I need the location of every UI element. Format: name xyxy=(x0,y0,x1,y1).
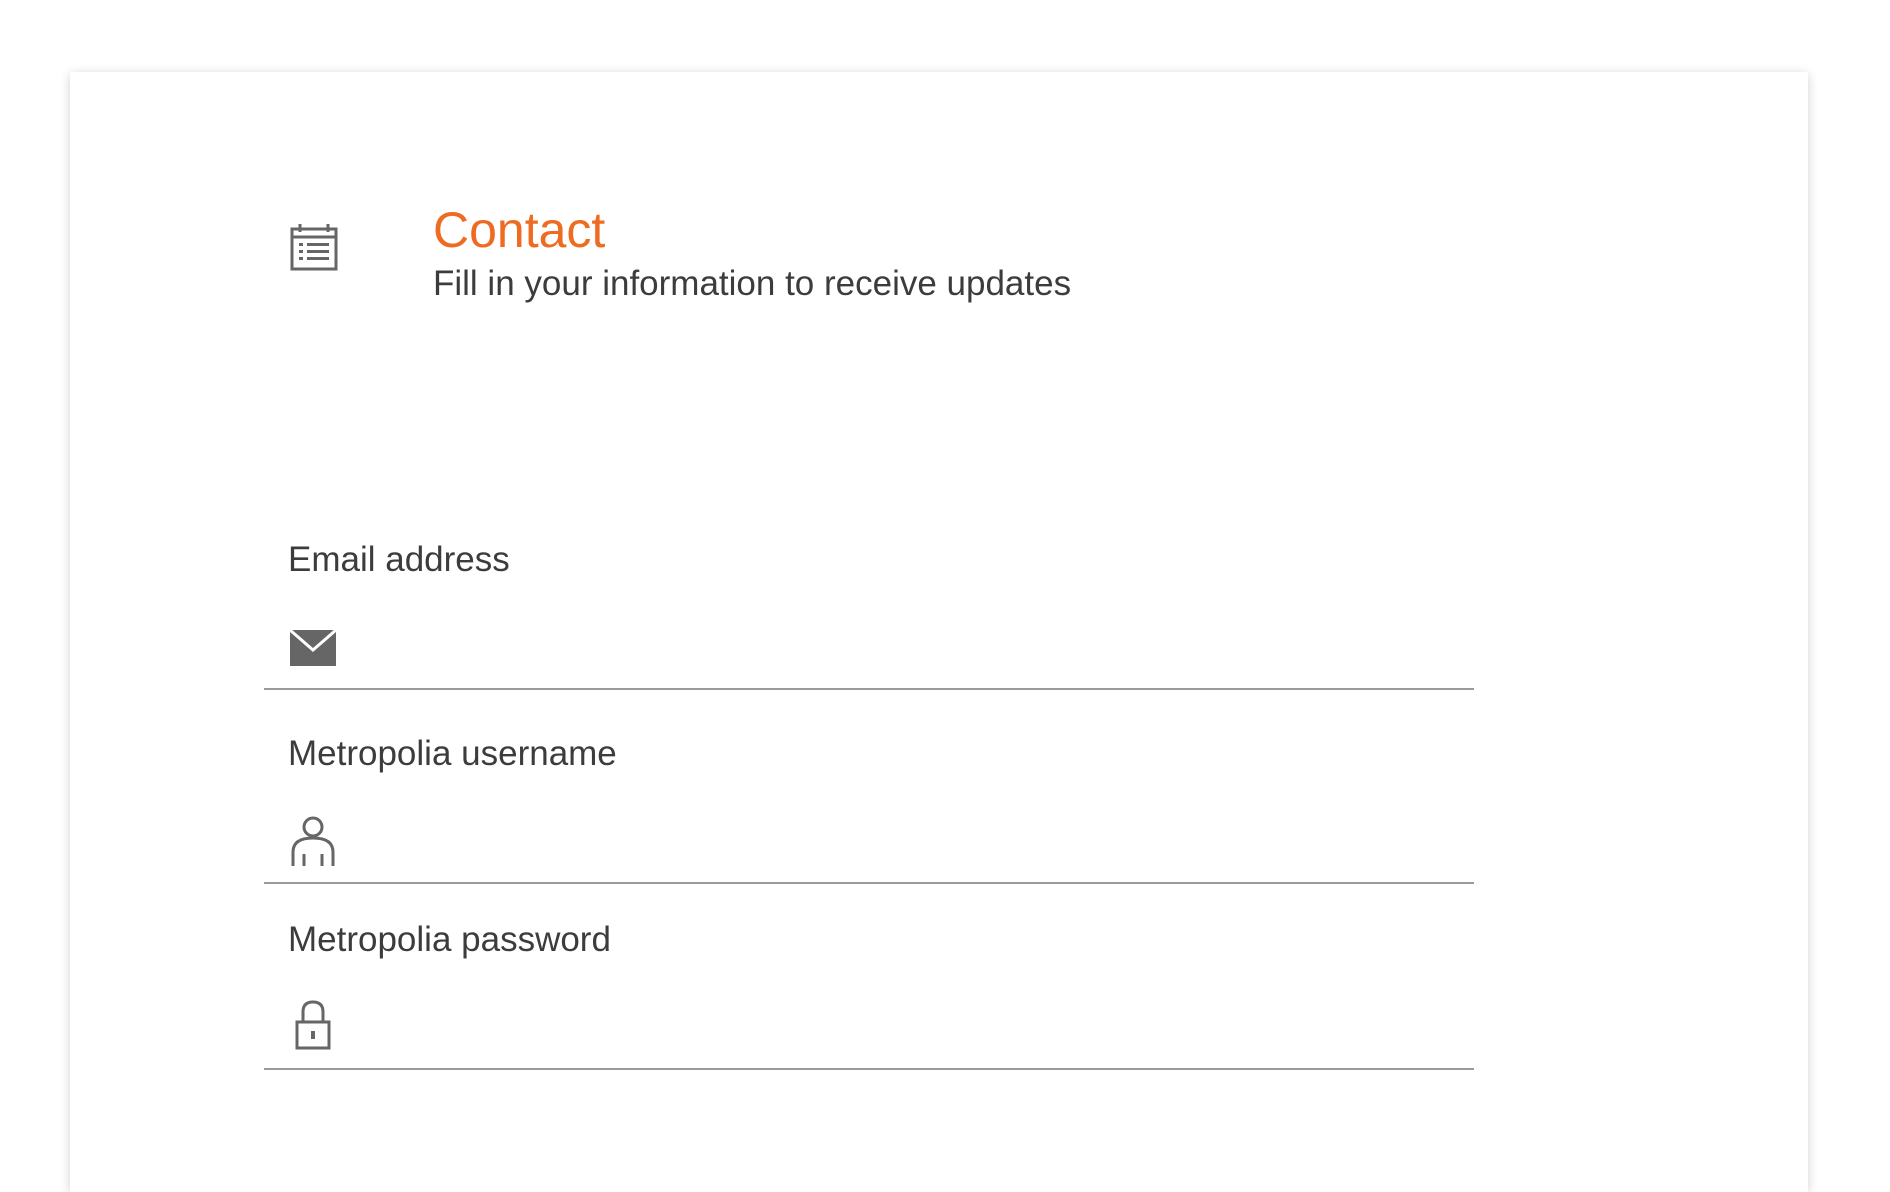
password-field-group: Metropolia password xyxy=(264,918,1474,1070)
password-underline xyxy=(264,1068,1474,1070)
username-underline xyxy=(264,882,1474,884)
password-input[interactable] xyxy=(354,1006,1458,1052)
email-input[interactable] xyxy=(354,626,1458,672)
email-underline xyxy=(264,688,1474,690)
username-label: Metropolia username xyxy=(288,734,617,773)
person-icon xyxy=(286,814,340,868)
page-title: Contact xyxy=(433,202,606,258)
envelope-icon xyxy=(286,620,340,674)
username-input[interactable] xyxy=(354,820,1458,866)
password-label: Metropolia password xyxy=(288,920,611,959)
username-field-group: Metropolia username xyxy=(264,732,1474,884)
email-label: Email address xyxy=(288,540,510,579)
email-field-group: Email address xyxy=(264,538,1474,690)
lock-icon xyxy=(286,998,340,1052)
page-subtitle: Fill in your information to receive upda… xyxy=(433,264,1072,303)
calendar-list-icon xyxy=(288,222,340,274)
